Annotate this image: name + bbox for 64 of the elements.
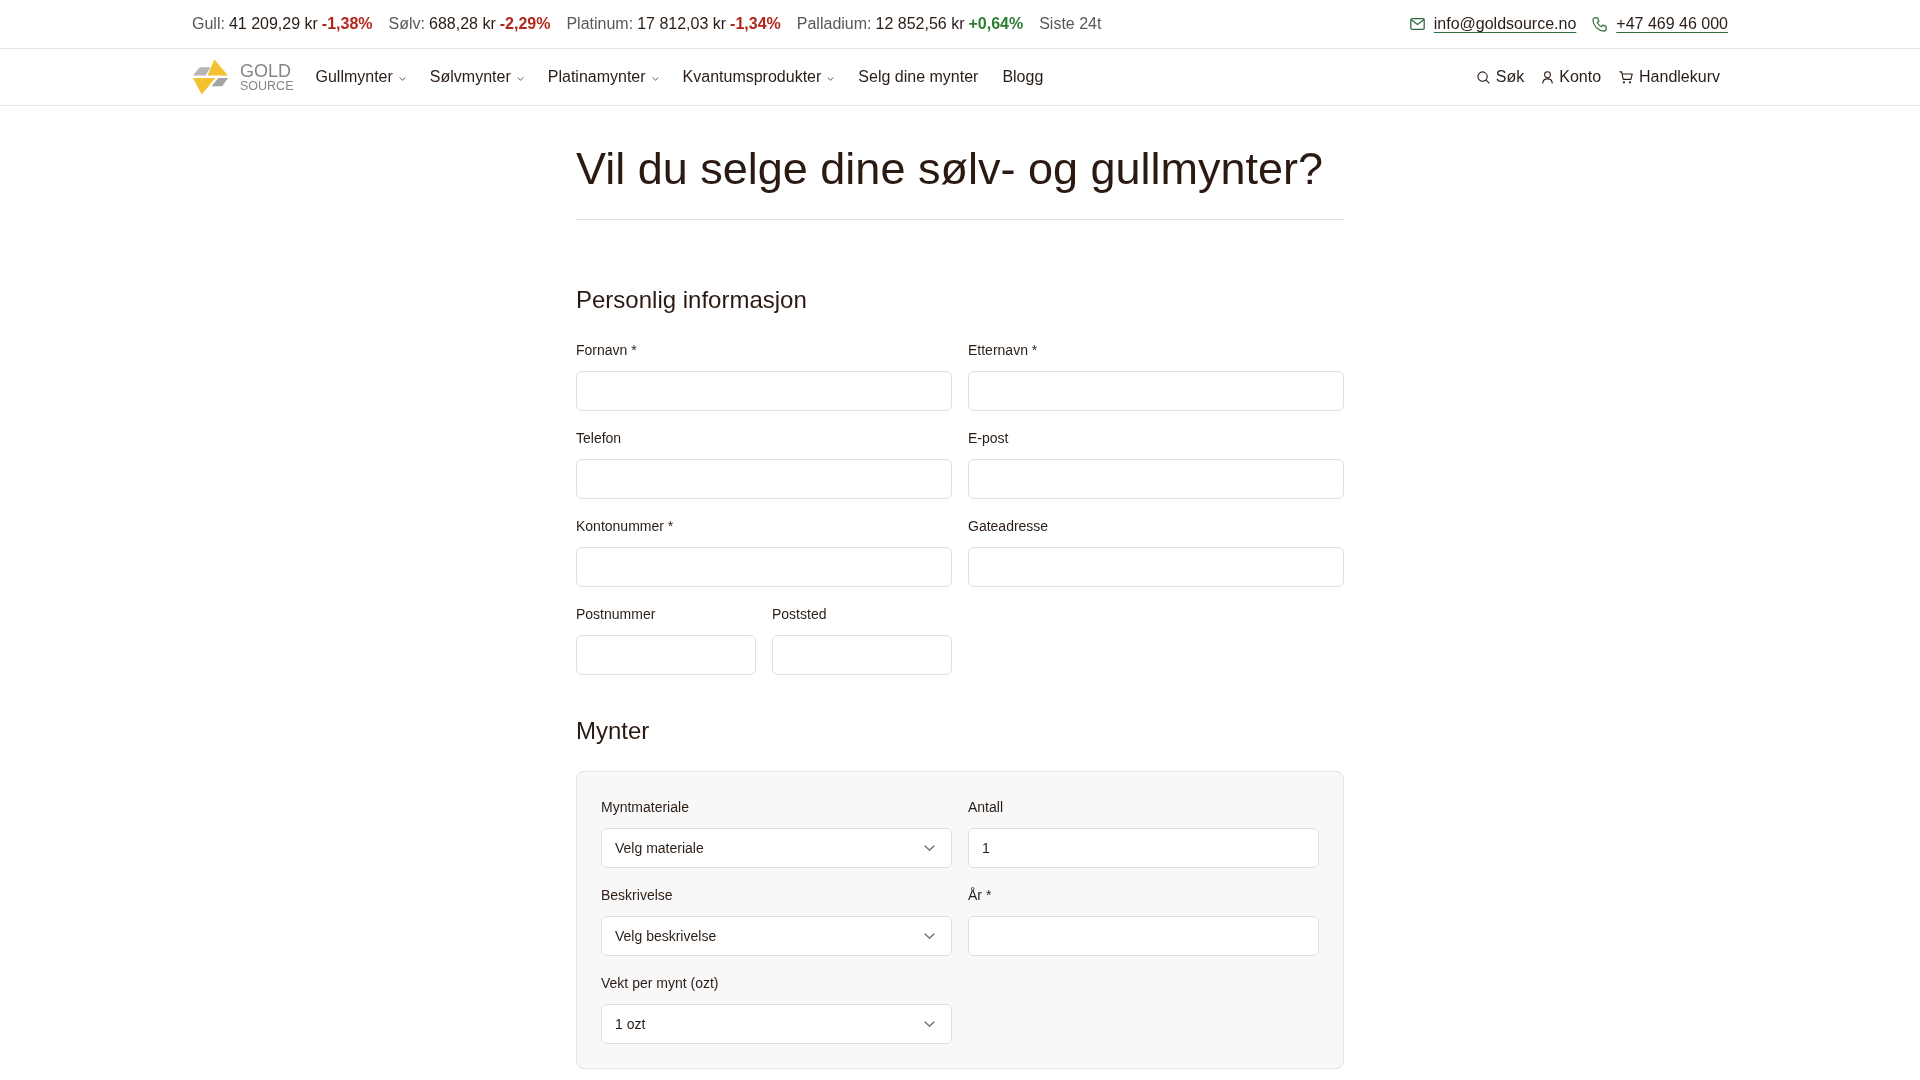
- section-heading: Mynter: [576, 716, 651, 745]
- logo-icon[interactable]: [192, 59, 229, 95]
- brand-tagline: SOURCE: [240, 79, 294, 93]
- nav-link[interactable]: Platinamynter: [547, 68, 659, 86]
- nav-link[interactable]: Selg dine mynter: [858, 68, 979, 86]
- price-label: Platinum:: [566, 15, 634, 33]
- account-link[interactable]: Konto: [1542, 68, 1602, 86]
- input-field[interactable]: [968, 459, 1344, 499]
- input-field[interactable]: [968, 916, 1319, 956]
- dropdown[interactable]: 1 ozt: [601, 1004, 952, 1044]
- period-label: Siste 24t: [1039, 15, 1102, 33]
- user-icon: [1542, 70, 1554, 84]
- phone-link[interactable]: +47 469 46 000: [1616, 15, 1728, 33]
- input-field[interactable]: [576, 547, 952, 587]
- price-change: -2,29%: [499, 15, 551, 33]
- field-label: Telefon: [576, 430, 622, 447]
- input-field[interactable]: [968, 371, 1344, 411]
- price-label: Palladium:: [796, 15, 872, 33]
- price-change: -1,38%: [321, 15, 373, 33]
- email-link[interactable]: info@goldsource.no: [1433, 15, 1577, 33]
- search-link[interactable]: Søk: [1476, 68, 1525, 86]
- section-heading: Personlig informasjon: [576, 285, 808, 314]
- field-label: Kontonummer *: [576, 518, 674, 535]
- input-field[interactable]: [576, 459, 952, 499]
- price-label: Sølv:: [388, 15, 425, 33]
- price-change: +0,64%: [968, 15, 1024, 33]
- brand-name: GOLD: [240, 61, 292, 80]
- chevron-down-icon: [924, 933, 935, 939]
- mail-icon: [1409, 18, 1425, 30]
- field-label: Antall: [968, 799, 1004, 816]
- field-label: Postnummer: [576, 606, 656, 623]
- input-field[interactable]: [576, 371, 952, 411]
- input-field[interactable]: [968, 547, 1344, 587]
- cart-link[interactable]: Handlekurv: [1619, 68, 1720, 86]
- input-field[interactable]: [772, 635, 952, 675]
- price-value: 17 812,03 kr: [637, 15, 727, 33]
- field-label: Poststed: [772, 606, 827, 623]
- cart-icon: [1619, 70, 1634, 84]
- phone-icon: [1592, 16, 1608, 32]
- page-title: Vil du selge dine sølv- og gullmynter?: [576, 142, 1344, 220]
- nav-link[interactable]: Kvantumsprodukter: [682, 68, 835, 86]
- price-change: -1,34%: [730, 15, 781, 33]
- input-field[interactable]: [576, 635, 756, 675]
- input-field[interactable]: 1: [968, 828, 1319, 868]
- dropdown[interactable]: Velg beskrivelse: [601, 916, 952, 956]
- field-label: Vekt per mynt (ozt): [601, 975, 719, 992]
- field-label: Etternavn *: [968, 342, 1038, 359]
- field-label: E-post: [968, 430, 1009, 447]
- field-label: Myntmateriale: [601, 799, 689, 816]
- price-value: 688,28 kr: [429, 15, 496, 33]
- price-value: 41 209,29 kr: [228, 15, 318, 33]
- nav-link[interactable]: Blogg: [1002, 68, 1044, 86]
- field-label: År *: [968, 887, 992, 904]
- field-label: Gateadresse: [968, 518, 1049, 535]
- chevron-down-icon: [924, 1021, 935, 1027]
- price-value: 12 852,56 kr: [875, 15, 965, 33]
- nav-link[interactable]: Sølvmynter: [429, 68, 524, 86]
- search-icon: [1476, 70, 1490, 84]
- chevron-down-icon: [924, 845, 935, 851]
- price-label: Gull:: [192, 15, 225, 33]
- field-label: Fornavn *: [576, 342, 637, 359]
- nav-link[interactable]: Gullmynter: [315, 68, 406, 86]
- field-label: Beskrivelse: [601, 887, 673, 904]
- dropdown[interactable]: Velg materiale: [601, 828, 952, 868]
